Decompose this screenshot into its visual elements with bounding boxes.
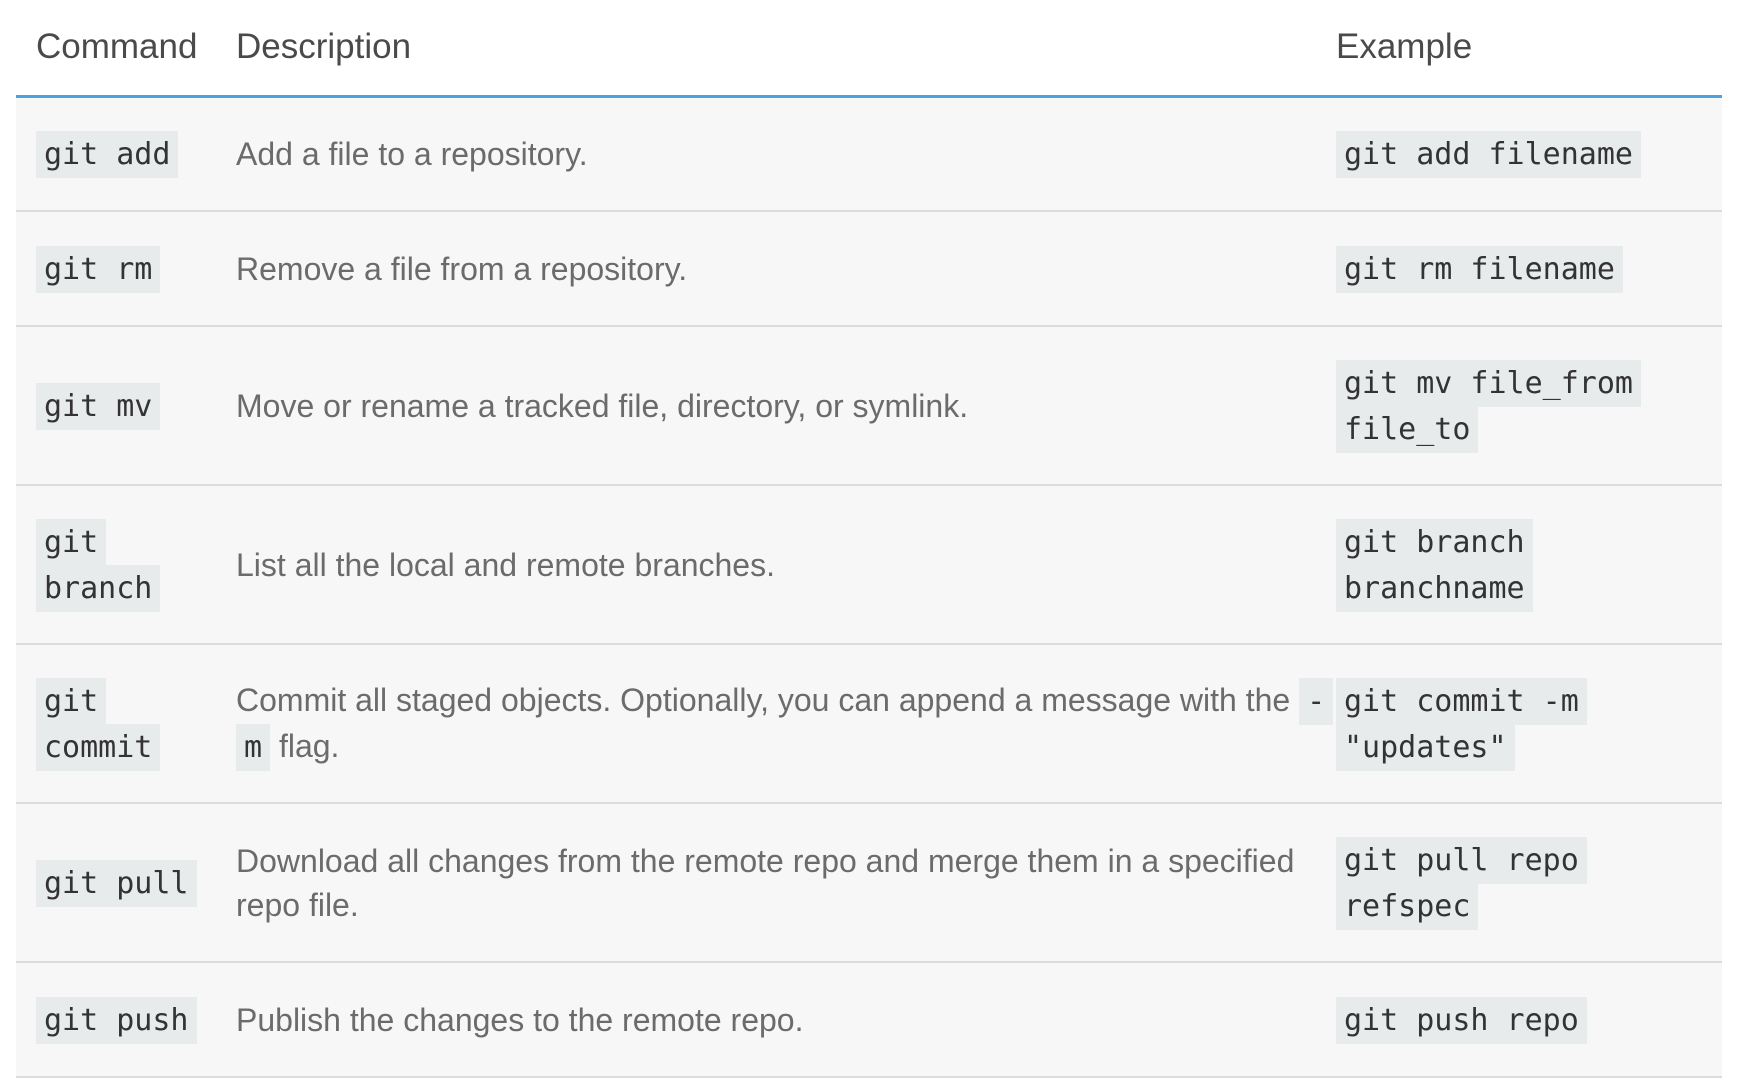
example-code: git rm filename	[1336, 245, 1623, 293]
command-code: git mv	[36, 382, 161, 430]
command-code: git commit	[36, 677, 161, 771]
description-cell: List all the local and remote branches.	[216, 485, 1332, 645]
command-code: git push	[36, 996, 197, 1044]
table-body: git add Add a file to a repository. git …	[16, 96, 1722, 1078]
table-row-git-pull: git pull Download all changes from the r…	[16, 803, 1722, 963]
example-cell: git rm filename	[1332, 211, 1722, 327]
table-row-git-commit: git commit Commit all staged objects. Op…	[16, 644, 1722, 804]
command-code: git branch	[36, 518, 161, 612]
column-header-example: Example	[1332, 0, 1722, 98]
command-cell: git push	[16, 962, 216, 1078]
description-cell: Add a file to a repository.	[216, 96, 1332, 212]
example-code: git add filename	[1336, 130, 1641, 178]
table-header: Command Description Example	[16, 0, 1722, 98]
example-code: git commit -m "updates"	[1336, 677, 1587, 771]
command-cell: git commit	[16, 644, 216, 804]
description-cell: Download all changes from the remote rep…	[216, 803, 1332, 963]
example-code: git push repo	[1336, 996, 1587, 1044]
example-code: git mv file_from file_to	[1336, 359, 1641, 453]
example-cell: git pull repo refspec	[1332, 803, 1722, 963]
description-text-after: flag.	[278, 727, 340, 764]
git-commands-table-container: Command Description Example git add Add …	[16, 0, 1722, 1078]
command-cell: git add	[16, 96, 216, 212]
example-cell: git commit -m "updates"	[1332, 644, 1722, 804]
command-cell: git branch	[16, 485, 216, 645]
example-cell: git mv file_from file_to	[1332, 326, 1722, 486]
table-row-git-push: git push Publish the changes to the remo…	[16, 962, 1722, 1078]
column-header-description: Description	[216, 0, 1332, 98]
table-row-git-add: git add Add a file to a repository. git …	[16, 96, 1722, 212]
header-row: Command Description Example	[16, 0, 1722, 98]
table-row-git-mv: git mv Move or rename a tracked file, di…	[16, 326, 1722, 486]
description-text-before: Commit all staged objects. Optionally, y…	[236, 681, 1291, 718]
example-cell: git add filename	[1332, 96, 1722, 212]
description-cell: Remove a file from a repository.	[216, 211, 1332, 327]
example-code: git branch branchname	[1336, 518, 1533, 612]
command-code: git add	[36, 130, 179, 178]
command-cell: git rm	[16, 211, 216, 327]
description-cell: Commit all staged objects. Optionally, y…	[216, 644, 1334, 804]
command-cell: git mv	[16, 326, 216, 486]
command-code: git rm	[36, 245, 161, 293]
git-commands-table: Command Description Example git add Add …	[16, 0, 1722, 1078]
table-row-git-branch: git branch List all the local and remote…	[16, 485, 1722, 645]
description-cell: Publish the changes to the remote repo.	[216, 962, 1332, 1078]
description-cell: Move or rename a tracked file, directory…	[216, 326, 1332, 486]
example-code: git pull repo refspec	[1336, 836, 1587, 930]
command-code: git pull	[36, 859, 197, 907]
column-header-command: Command	[16, 0, 216, 98]
table-row-git-rm: git rm Remove a file from a repository. …	[16, 211, 1722, 327]
command-cell: git pull	[16, 803, 216, 963]
example-cell: git branch branchname	[1332, 485, 1722, 645]
example-cell: git push repo	[1332, 962, 1722, 1078]
